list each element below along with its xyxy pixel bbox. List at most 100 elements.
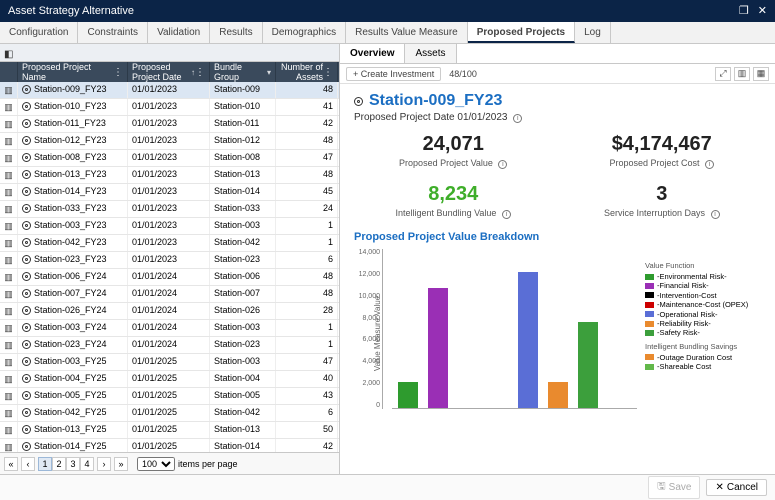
th-name[interactable]: Proposed Project Name [22,62,113,82]
pager-label: items per page [178,459,238,469]
cancel-button[interactable]: ✕Cancel [706,479,767,496]
tab-results[interactable]: Results [210,22,262,43]
th-bundle[interactable]: Bundle Group [214,62,265,82]
tab-demographics[interactable]: Demographics [263,22,346,43]
table-row[interactable]: ▥Station-008_FY2301/01/2023Station-00847 [0,150,339,167]
barchart-view-icon[interactable]: ▥ [734,67,750,81]
table-row[interactable]: ▥Station-006_FY2401/01/2024Station-00648 [0,269,339,286]
row-bundle: Station-003 [210,320,276,336]
table-row[interactable]: ▥Station-042_FY2501/01/2025Station-0426 [0,405,339,422]
target-icon [22,221,31,230]
target-icon [22,306,31,315]
table-row[interactable]: ▥Station-003_FY2301/01/2023Station-0031 [0,218,339,235]
th-date[interactable]: Proposed Project Date [132,62,189,82]
tab-validation[interactable]: Validation [148,22,210,43]
th-menu-icon[interactable]: ⋮ [323,67,333,78]
row-date: 01/01/2023 [128,252,210,268]
info-icon[interactable]: i [513,114,522,123]
row-chart-icon: ▥ [4,357,13,368]
pager-page[interactable]: 2 [52,457,66,471]
table-row[interactable]: ▥Station-042_FY2301/01/2023Station-0421 [0,235,339,252]
th-menu-icon[interactable]: ⋮ [195,67,205,78]
table-row[interactable]: ▥Station-009_FY2301/01/2023Station-00948 [0,82,339,99]
pager-last[interactable]: » [114,457,128,471]
chart-legend: Value Function-Environmental Risk--Finan… [641,249,761,466]
project-counter: 48/100 [449,69,477,79]
filter-icon[interactable]: ▾ [267,68,271,77]
subtab-assets[interactable]: Assets [405,44,456,63]
table-row[interactable]: ▥Station-003_FY2401/01/2024Station-0031 [0,320,339,337]
row-bundle: Station-012 [210,133,276,149]
target-icon [22,255,31,264]
table-row[interactable]: ▥Station-005_FY2501/01/2025Station-00543 [0,388,339,405]
table-row[interactable]: ▥Station-023_FY2401/01/2024Station-0231 [0,337,339,354]
chart-bar [548,382,568,408]
row-name: Station-023_FY23 [34,254,107,264]
table-row[interactable]: ▥Station-011_FY2301/01/2023Station-01142 [0,116,339,133]
table-row[interactable]: ▥Station-033_FY2301/01/2023Station-03324 [0,201,339,218]
save-button[interactable]: 🖫Save [648,476,700,499]
info-icon[interactable]: i [502,210,511,219]
row-assets: 41 [276,99,338,115]
pager-page[interactable]: 3 [66,457,80,471]
info-icon[interactable]: i [705,160,714,169]
subtab-overview[interactable]: Overview [340,44,405,63]
pager-first[interactable]: « [4,457,18,471]
save-icon: 🖫 [657,479,666,496]
legend-swatch [645,292,654,298]
pager-page[interactable]: 4 [80,457,94,471]
legend-swatch [645,283,654,289]
create-investment-button[interactable]: + Create Investment [346,67,441,81]
tab-configuration[interactable]: Configuration [0,22,78,43]
tab-results-value-measure[interactable]: Results Value Measure [346,22,468,43]
table-row[interactable]: ▥Station-013_FY2501/01/2025Station-01350 [0,422,339,439]
table-row[interactable]: ▥Station-007_FY2401/01/2024Station-00748 [0,286,339,303]
row-name: Station-023_FY24 [34,339,107,349]
grid-expand-icon[interactable]: ◧ [4,49,13,60]
tab-log[interactable]: Log [575,22,611,43]
row-name: Station-007_FY24 [34,288,107,298]
row-name: Station-003_FY24 [34,322,107,332]
th-assets[interactable]: Number of Assets [280,62,323,82]
pager-page[interactable]: 1 [38,457,52,471]
table-row[interactable]: ▥Station-010_FY2301/01/2023Station-01041 [0,99,339,116]
row-chart-icon: ▥ [4,238,13,249]
row-bundle: Station-033 [210,201,276,217]
table-row[interactable]: ▥Station-014_FY2501/01/2025Station-01442 [0,439,339,452]
table-row[interactable]: ▥Station-023_FY2301/01/2023Station-0236 [0,252,339,269]
window-close-icon[interactable]: ✕ [758,5,767,17]
info-icon[interactable]: i [711,210,720,219]
target-icon [22,340,31,349]
table-row[interactable]: ▥Station-026_FY2401/01/2024Station-02628 [0,303,339,320]
table-row[interactable]: ▥Station-014_FY2301/01/2023Station-01445 [0,184,339,201]
legend-item: -Maintenance-Cost (OPEX) [645,300,761,309]
detail-toolbar: + Create Investment 48/100 ⤢ ▥ ▦ [340,64,775,84]
page-size-select[interactable]: 100 [137,457,175,471]
metric: $4,174,467Proposed Project Cost i [563,133,762,169]
row-bundle: Station-008 [210,150,276,166]
expand-view-icon[interactable]: ⤢ [715,67,731,81]
table-row[interactable]: ▥Station-013_FY2301/01/2023Station-01348 [0,167,339,184]
sort-asc-icon[interactable]: ↑ [191,68,195,77]
table-view-icon[interactable]: ▦ [753,67,769,81]
row-date: 01/01/2024 [128,320,210,336]
th-menu-icon[interactable]: ⋮ [113,67,123,78]
y-tick: 10,000 [354,293,380,300]
target-icon [354,97,363,106]
table-row[interactable]: ▥Station-003_FY2501/01/2025Station-00347 [0,354,339,371]
table-row[interactable]: ▥Station-012_FY2301/01/2023Station-01248 [0,133,339,150]
pager-prev[interactable]: ‹ [21,457,35,471]
tab-constraints[interactable]: Constraints [78,22,148,43]
y-tick: 12,000 [354,271,380,278]
metric-value: 24,071 [354,133,553,156]
row-bundle: Station-023 [210,252,276,268]
row-name: Station-003_FY25 [34,356,107,366]
row-bundle: Station-014 [210,184,276,200]
info-icon[interactable]: i [498,160,507,169]
metric-label: Proposed Project Value i [354,158,553,169]
window-maximize-icon[interactable]: ❐ [739,5,749,17]
tab-proposed-projects[interactable]: Proposed Projects [468,22,575,43]
pager-next[interactable]: › [97,457,111,471]
table-row[interactable]: ▥Station-004_FY2501/01/2025Station-00440 [0,371,339,388]
target-icon [22,187,31,196]
